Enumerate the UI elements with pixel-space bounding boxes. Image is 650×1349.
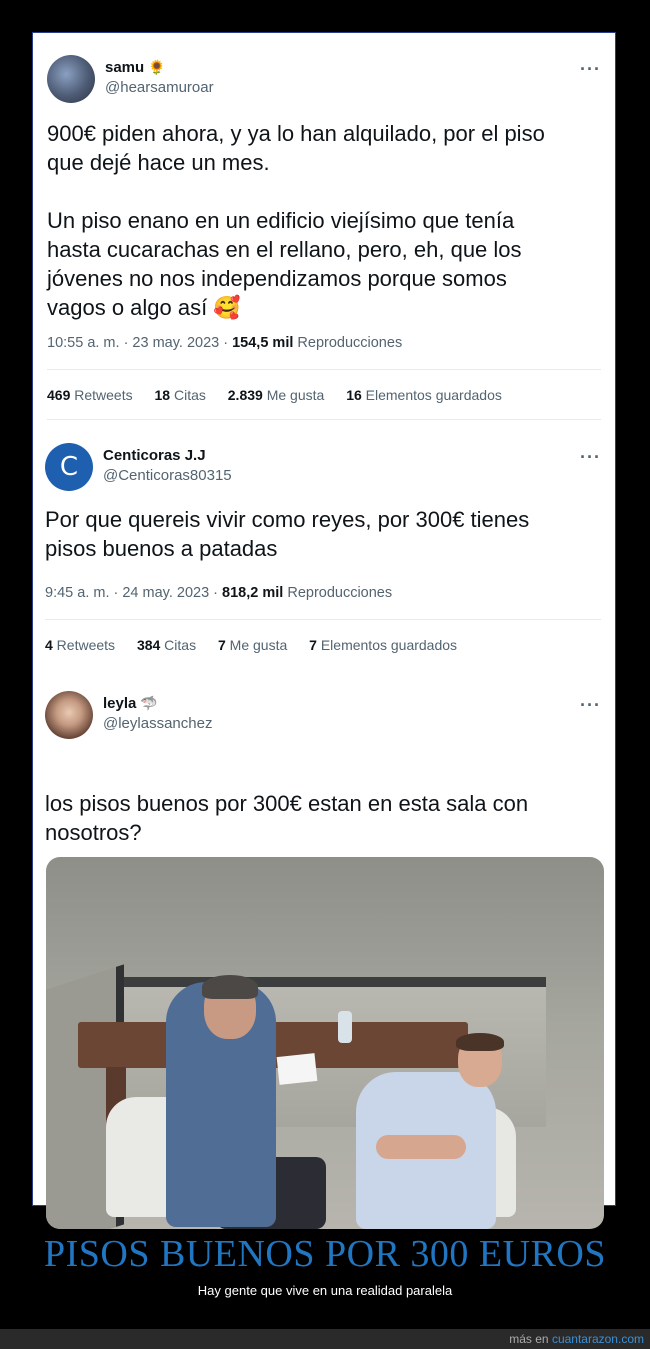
author-name-text: leyla bbox=[103, 695, 137, 712]
tweet-leyla[interactable]: leyla 🦈 @leylassanchez ··· los pisos buen… bbox=[33, 671, 615, 1229]
young-man-hair bbox=[456, 1033, 504, 1051]
bookmarks-stat[interactable]: 7 Elementos guardados bbox=[309, 637, 457, 653]
bookmarks-label: Elementos guardados bbox=[361, 387, 502, 403]
likes-label: Me gusta bbox=[225, 637, 288, 653]
tweet-stats: 4 Retweets 384 Citas 7 Me gusta 7 Elemen… bbox=[45, 637, 475, 653]
tweet-header: samu 🌻 @hearsamuroar ··· bbox=[47, 55, 605, 105]
quotes-stat[interactable]: 18 Citas bbox=[155, 387, 206, 403]
views-label: Reproducciones bbox=[293, 335, 403, 351]
author-name[interactable]: samu 🌻 bbox=[105, 59, 166, 76]
tweet-stats: 469 Retweets 18 Citas 2.839 Me gusta 16 … bbox=[47, 387, 520, 403]
views-count: 818,2 mil bbox=[222, 585, 284, 601]
author-name[interactable]: Centicoras J.J bbox=[103, 447, 206, 464]
author-handle[interactable]: @Centicoras80315 bbox=[103, 467, 232, 484]
quotes-stat[interactable]: 384 Citas bbox=[137, 637, 196, 653]
divider bbox=[47, 419, 601, 420]
shark-icon: 🦈 bbox=[140, 695, 158, 711]
site-link[interactable]: cuantarazon.com bbox=[552, 1332, 644, 1346]
man-hair bbox=[202, 975, 258, 999]
page-title: PISOS BUENOS POR 300 EUROS bbox=[43, 1233, 606, 1275]
bookmarks-count: 7 bbox=[309, 637, 317, 653]
quotes-count: 384 bbox=[136, 637, 161, 653]
retweets-count: 4 bbox=[45, 637, 53, 653]
author-name[interactable]: leyla 🦈 bbox=[103, 695, 158, 712]
tweet-samu[interactable]: samu 🌻 @hearsamuroar ··· 900€ piden ahora… bbox=[33, 33, 615, 421]
page-subtitle: Hay gente que vive en una realidad paral… bbox=[197, 1283, 453, 1298]
tweet-centicoras[interactable]: C Centicoras J.J @Centicoras80315 ··· Po… bbox=[33, 421, 615, 671]
footer-prefix: más en bbox=[509, 1332, 552, 1346]
post-frame: samu 🌻 @hearsamuroar ··· 900€ piden ahora… bbox=[32, 32, 616, 1229]
retweets-label: Retweets bbox=[52, 637, 116, 653]
views-count: 154,5 mil bbox=[232, 335, 294, 351]
author-name-text: samu bbox=[105, 59, 145, 76]
author-handle[interactable]: @hearsamuroar bbox=[105, 79, 214, 96]
quotes-label: Citas bbox=[160, 637, 197, 653]
likes-count: 2.839 bbox=[227, 387, 263, 403]
likes-stat[interactable]: 7 Me gusta bbox=[218, 637, 287, 653]
bookmarks-label: Elementos guardados bbox=[316, 637, 458, 653]
bookmarks-count: 16 bbox=[346, 387, 362, 403]
divider bbox=[45, 619, 601, 620]
young-man-arm bbox=[376, 1135, 466, 1159]
avatar[interactable] bbox=[47, 55, 95, 103]
tweet-text: los pisos buenos por 300€ estan en esta … bbox=[45, 791, 529, 845]
paper-sheet bbox=[276, 1053, 318, 1085]
footer-bar: más en cuantarazon.com bbox=[0, 1329, 650, 1349]
tweet-meta: 9:45 a. m. · 24 may. 2023 · 818,2 mil Re… bbox=[45, 585, 392, 601]
more-icon[interactable]: ··· bbox=[580, 695, 601, 716]
water-bottle bbox=[338, 1011, 352, 1043]
tweet-meta: 10:55 a. m. · 23 may. 2023 · 154,5 mil R… bbox=[47, 335, 402, 351]
likes-label: Me gusta bbox=[262, 387, 325, 403]
quotes-count: 18 bbox=[154, 387, 171, 403]
likes-count: 7 bbox=[217, 637, 226, 653]
retweets-label: Retweets bbox=[70, 387, 133, 403]
avatar[interactable]: C bbox=[45, 443, 93, 491]
quotes-label: Citas bbox=[170, 387, 206, 403]
tweet-header: C Centicoras J.J @Centicoras80315 ··· bbox=[45, 443, 605, 493]
bookmarks-stat[interactable]: 16 Elementos guardados bbox=[346, 387, 502, 403]
likes-stat[interactable]: 2.839 Me gusta bbox=[228, 387, 325, 403]
timestamp[interactable]: 9:45 a. m. · 24 may. 2023 · bbox=[45, 585, 222, 601]
retweets-stat[interactable]: 469 Retweets bbox=[47, 387, 133, 403]
retweets-stat[interactable]: 4 Retweets bbox=[45, 637, 115, 653]
more-icon[interactable]: ··· bbox=[580, 59, 601, 80]
tweet-photo[interactable] bbox=[46, 857, 604, 1229]
divider bbox=[47, 369, 601, 370]
sunflower-icon: 🌻 bbox=[148, 59, 166, 75]
views-label: Reproducciones bbox=[283, 585, 393, 601]
tweet-text: Por que quereis vivir como reyes, por 30… bbox=[45, 507, 530, 561]
more-icon[interactable]: ··· bbox=[580, 447, 601, 468]
author-handle[interactable]: @leylassanchez bbox=[103, 715, 212, 732]
tweet-header: leyla 🦈 @leylassanchez ··· bbox=[45, 691, 605, 741]
avatar[interactable] bbox=[45, 691, 93, 739]
footer-text: más en cuantarazon.com bbox=[509, 1332, 644, 1346]
tweet-text: 900€ piden ahora, y ya lo han alquilado,… bbox=[47, 121, 545, 320]
retweets-count: 469 bbox=[47, 387, 71, 403]
timestamp[interactable]: 10:55 a. m. · 23 may. 2023 · bbox=[47, 335, 232, 351]
